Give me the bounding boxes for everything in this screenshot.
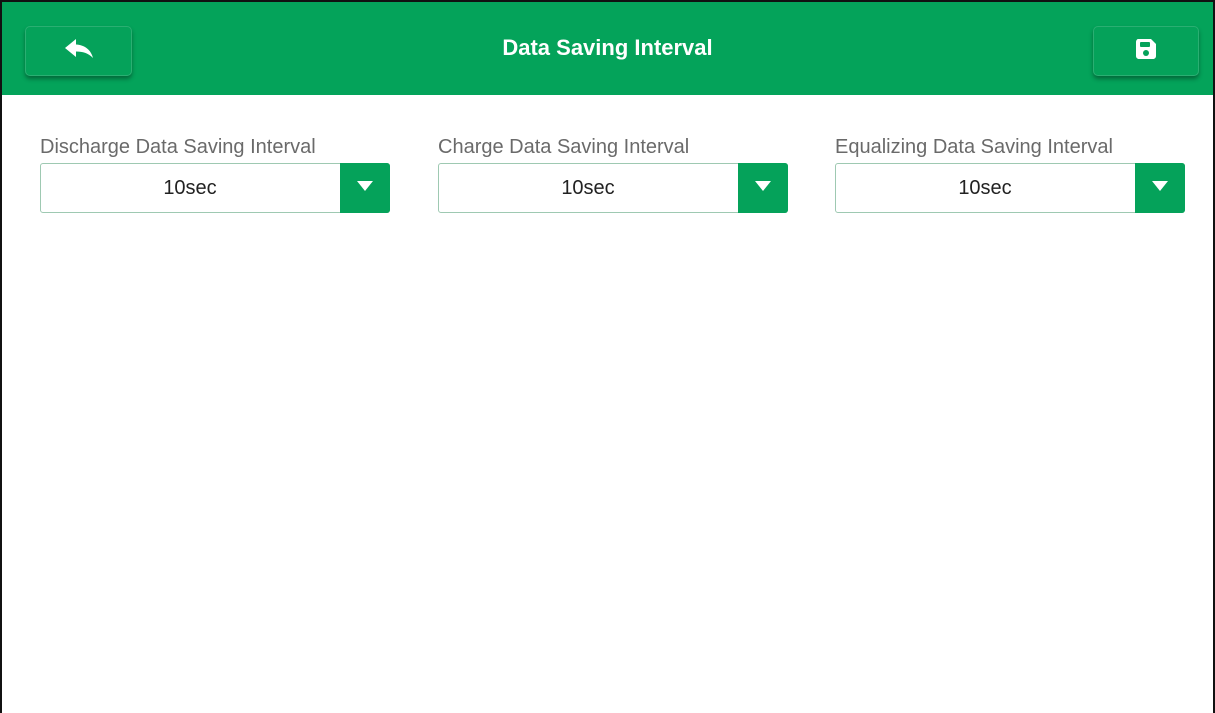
dropdown-arrow-button[interactable] <box>340 163 390 213</box>
equalizing-interval-dropdown[interactable]: 10sec <box>835 163 1185 213</box>
app-window: Data Saving Interval Discharge Data Savi… <box>0 0 1215 713</box>
charge-interval-label: Charge Data Saving Interval <box>438 136 690 158</box>
discharge-interval-label: Discharge Data Saving Interval <box>40 136 316 158</box>
discharge-interval-field: Discharge Data Saving Interval 10sec <box>40 134 390 213</box>
triangle-down-icon <box>754 179 772 197</box>
equalizing-interval-value: 10sec <box>958 177 1012 199</box>
charge-interval-value: 10sec <box>561 177 615 199</box>
discharge-interval-value: 10sec <box>163 177 217 199</box>
discharge-interval-dropdown[interactable]: 10sec <box>40 163 390 213</box>
triangle-down-icon <box>356 179 374 197</box>
equalizing-interval-label: Equalizing Data Saving Interval <box>835 136 1113 158</box>
save-icon <box>1134 37 1158 66</box>
header-bar: Data Saving Interval <box>2 2 1213 95</box>
charge-interval-field: Charge Data Saving Interval 10sec <box>438 134 788 213</box>
save-button[interactable] <box>1093 26 1199 76</box>
charge-interval-dropdown[interactable]: 10sec <box>438 163 788 213</box>
page-title: Data Saving Interval <box>502 35 713 60</box>
equalizing-interval-field: Equalizing Data Saving Interval 10sec <box>835 134 1185 213</box>
triangle-down-icon <box>1151 179 1169 197</box>
dropdown-arrow-button[interactable] <box>1135 163 1185 213</box>
dropdown-arrow-button[interactable] <box>738 163 788 213</box>
